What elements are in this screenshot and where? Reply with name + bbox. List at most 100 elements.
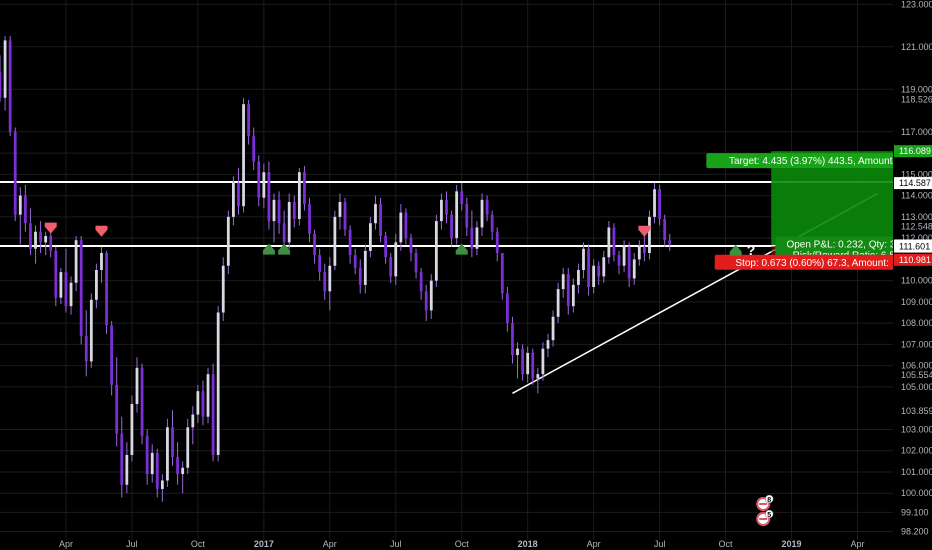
price-tag-label: 110.981 <box>899 255 931 265</box>
candle-body <box>166 427 169 481</box>
y-extra-label: 105.554 <box>901 370 932 380</box>
y-extra-label: 112.548 <box>901 221 932 231</box>
x-tick-label: Oct <box>455 539 470 549</box>
target-label: Target: 4.435 (3.97%) 443.5, Amount: <box>729 156 895 167</box>
candle-body <box>511 323 514 356</box>
candle-body <box>54 250 58 298</box>
candle-body <box>318 255 322 273</box>
candle-body <box>379 204 382 236</box>
y-tick-label: 100.000 <box>901 488 932 498</box>
candle-body <box>582 248 585 270</box>
candle-body <box>160 480 164 489</box>
candle-body <box>587 248 590 288</box>
candle-body <box>308 204 311 234</box>
y-tick-label: 98.200 <box>901 526 929 536</box>
candle-body <box>221 265 225 313</box>
candle-body <box>110 325 114 385</box>
y-tick-label: 119.000 <box>901 84 932 94</box>
candle-body <box>627 246 631 279</box>
candle-body <box>637 246 641 260</box>
y-tick-label: 117.000 <box>901 127 932 137</box>
y-tick-label: 102.000 <box>901 446 932 456</box>
candle-body <box>409 238 413 253</box>
candle-body <box>303 172 306 205</box>
candle-body <box>8 40 12 132</box>
candle-body <box>653 189 656 217</box>
candle-body <box>632 259 636 279</box>
candle-body <box>135 367 139 404</box>
candle-body <box>536 374 540 379</box>
candle-body <box>100 252 103 270</box>
y-tick-label: 109.000 <box>901 297 932 307</box>
candle-body <box>663 218 667 241</box>
candle-body <box>262 172 266 198</box>
candle-body <box>612 227 616 256</box>
candle-body <box>566 274 570 307</box>
candle-body <box>323 272 327 292</box>
candle-body <box>89 299 93 362</box>
candle-body <box>526 352 530 375</box>
candle-body <box>267 172 271 222</box>
candle-body <box>546 340 550 349</box>
candle-body <box>18 195 22 215</box>
candle-body <box>531 352 535 379</box>
candle-body <box>500 252 504 294</box>
candle-body <box>125 454 129 485</box>
x-tick-label: Jul <box>126 539 138 549</box>
chart: Target: 4.435 (3.97%) 443.5, Amount: Open… <box>0 0 932 550</box>
event-count-label: 8 <box>767 497 771 504</box>
question-mark: ? <box>747 242 756 258</box>
candle-body <box>297 172 301 219</box>
candle-body <box>445 199 448 215</box>
event-marker-bar <box>759 518 768 520</box>
candle-body <box>155 452 159 489</box>
candle-body <box>313 233 316 256</box>
candle-body <box>348 229 352 256</box>
candle-body <box>465 204 469 228</box>
candle-body <box>642 246 646 253</box>
y-tick-label: 123.000 <box>901 0 932 9</box>
candle-body <box>140 367 144 436</box>
stop-label: Stop: 0.673 (0.60%) 67.3, Amount: <box>735 258 888 269</box>
candle-body <box>597 265 601 277</box>
candle-body <box>414 252 418 273</box>
candle-body <box>333 216 337 266</box>
candle-body <box>186 427 190 468</box>
x-tick-label: 2019 <box>782 539 802 549</box>
y-tick-label: 108.000 <box>901 318 932 328</box>
candle-body <box>577 270 580 285</box>
candle-body <box>622 246 626 266</box>
candle-body <box>13 131 17 215</box>
candle-body <box>460 191 464 205</box>
candle-body <box>505 293 509 324</box>
candle-body <box>516 348 519 356</box>
candle-body <box>617 255 621 266</box>
candle-body <box>541 348 545 375</box>
candle-body <box>226 216 230 266</box>
candle-body <box>374 204 377 224</box>
candle-body <box>84 335 88 362</box>
candle-body <box>592 265 596 288</box>
candle-body <box>404 212 408 239</box>
chart-background <box>0 0 932 550</box>
x-tick-label: Apr <box>587 539 601 549</box>
candle-body <box>59 272 63 298</box>
candle-body <box>287 201 291 243</box>
price-tag-label: 111.601 <box>899 242 930 252</box>
candle-body <box>455 191 459 239</box>
y-axis[interactable]: 123.000121.000119.000117.000116.000115.0… <box>893 0 932 550</box>
candle-body <box>176 457 179 475</box>
y-tick-label: 121.000 <box>901 42 932 52</box>
candle-body <box>556 289 560 317</box>
y-tick-label: 114.000 <box>901 191 932 201</box>
x-tick-label: Jul <box>390 539 402 549</box>
candle-body <box>150 452 154 475</box>
candle-body <box>658 189 661 219</box>
candle-body <box>450 214 453 239</box>
y-tick-label: 101.000 <box>901 467 932 477</box>
candle-body <box>607 227 611 258</box>
candle-body <box>470 227 474 249</box>
candle-body <box>120 433 124 485</box>
candle-body <box>338 201 342 217</box>
candle-body <box>206 374 210 417</box>
